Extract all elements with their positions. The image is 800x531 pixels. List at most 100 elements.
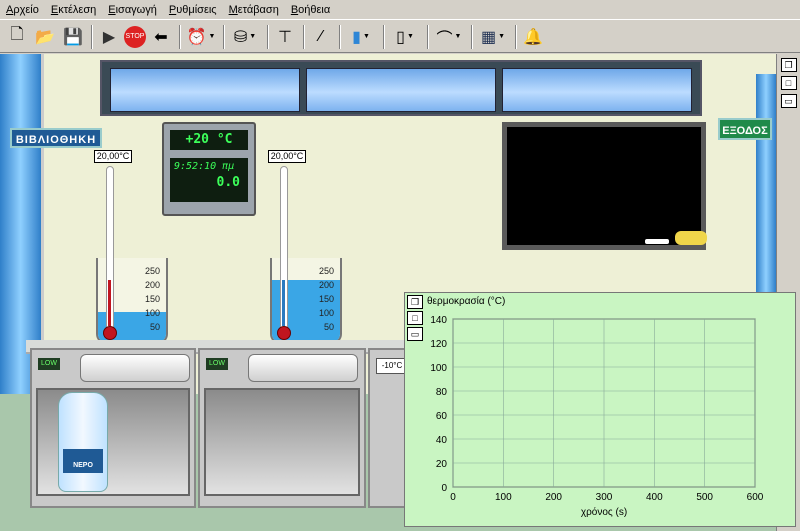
toolbar-separator (91, 24, 93, 49)
window-strip (100, 60, 702, 116)
bottle-dropdown[interactable]: ▮ ▼ (344, 24, 378, 50)
water-bottle[interactable]: ΝΕΡΟ (58, 392, 108, 492)
toolbar-separator (303, 24, 305, 49)
scale-tick: 200 (144, 280, 160, 290)
heater-cabinet-1: LOW (30, 348, 196, 508)
scale-tick: 250 (318, 266, 334, 276)
y-tick-label: 60 (436, 411, 448, 422)
beaker-scale: 250 200 150 100 50 (319, 264, 334, 334)
blackboard (502, 122, 707, 250)
toolbar-separator (383, 24, 385, 49)
hotplate-dropdown[interactable]: ⌒ ▼ (432, 24, 466, 50)
x-tick-label: 0 (450, 492, 456, 503)
hotplate-2[interactable] (248, 354, 358, 382)
x-tick-label: 500 (696, 492, 713, 503)
temperature-chart-panel: ❐ □ ▭ 0 100 200 300 400 500 600 0 20 40 60 80 100 120… (404, 292, 796, 527)
rod-icon[interactable]: ⁄ (308, 24, 334, 50)
window-pane (502, 68, 692, 112)
scale-tick: 200 (318, 280, 334, 290)
play-icon[interactable]: ▶ (96, 24, 122, 50)
timer-value: 0.0 (216, 175, 240, 190)
menu-file[interactable]: Αρχείο (6, 4, 39, 16)
y-tick-label: 80 (436, 387, 448, 398)
scale-tick: 150 (318, 294, 334, 304)
restore-icon[interactable]: ❐ (780, 58, 797, 72)
heater-cabinet-2: LOW (198, 348, 366, 508)
toolbar-separator (339, 24, 341, 49)
toolbar-separator (427, 24, 429, 49)
bottle-icon: ▮ (352, 28, 361, 46)
clock-time: 9:52:10 πμ (174, 161, 235, 172)
thermometer-reading-1: 20,00°C (94, 150, 132, 163)
beaker-scale: 250 200 150 100 50 (145, 264, 160, 334)
scale-tick: 150 (144, 294, 160, 304)
y-tick-label: 140 (430, 315, 447, 326)
menu-help[interactable]: Βοήθεια (291, 4, 330, 16)
scale-tick: 50 (323, 322, 334, 332)
room-temperature: +20 °C (170, 130, 248, 150)
open-folder-icon[interactable]: 📂 (32, 24, 58, 50)
scale-tick: 50 (149, 322, 160, 332)
thermometer-reading-2: 20,00°C (268, 150, 306, 163)
toolbar-separator (267, 24, 269, 49)
chevron-down-icon: ▼ (249, 33, 257, 40)
chevron-down-icon: ▼ (498, 33, 506, 40)
toolbar: 🗋 📂 💾 ▶ STOP ⬅ ⏰ ▼ ⛁ ▼ ⊤ ⁄ ▮ ▼ ▯ ▼ ⌒ ▼ ▦ ▼ 🔔 (0, 21, 800, 53)
menu-goto[interactable]: Μετάβαση (229, 4, 279, 16)
y-tick-label: 0 (441, 483, 447, 494)
hotplate-1[interactable] (80, 354, 190, 382)
menu-settings[interactable]: Ρυθμίσεις (169, 4, 217, 16)
figure-dropdown[interactable]: ▦ ▼ (476, 24, 510, 50)
menu-run[interactable]: Εκτέλεση (51, 4, 96, 16)
scale-tick: 100 (318, 308, 334, 318)
toolbar-separator (471, 24, 473, 49)
figure-icon: ▦ (480, 28, 497, 46)
scale-tick: 250 (144, 266, 160, 276)
y-tick-label: 120 (430, 339, 447, 350)
library-sign[interactable]: ΒΙΒΛΙΟΘΗΚΗ (10, 128, 102, 148)
can-icon: ▯ (396, 28, 405, 46)
thermometer-bulb (277, 326, 291, 340)
low-indicator[interactable]: LOW (38, 358, 60, 370)
chevron-down-icon: ▼ (208, 33, 216, 40)
scale-tick: 100 (144, 308, 160, 318)
bell-icon[interactable]: 🔔 (520, 24, 546, 50)
save-icon[interactable]: ▭ (780, 94, 797, 108)
maximize-icon[interactable]: □ (780, 76, 797, 90)
thermometer-bulb (103, 326, 117, 340)
temperature-chart: 0 100 200 300 400 500 600 0 20 40 60 80 100 120 140 θερ… (427, 295, 764, 518)
y-axis-label: θερμοκρασία (°C) (427, 295, 505, 307)
sponge (675, 231, 707, 245)
menu-bar: Αρχείο Εκτέλεση Εισαγωγή Ρυθμίσεις Μετάβ… (0, 0, 800, 20)
x-tick-label: 600 (747, 492, 764, 503)
beaker-dropdown[interactable]: ⛁ ▼ (228, 24, 262, 50)
chevron-down-icon: ▼ (406, 33, 414, 40)
menu-insert[interactable]: Εισαγωγή (108, 4, 157, 16)
stop-icon[interactable]: STOP (124, 25, 146, 48)
y-tick-label: 40 (436, 435, 448, 446)
y-tick-label: 100 (430, 363, 447, 374)
hotplate-icon: ⌒ (436, 30, 453, 48)
bottle-label: ΝΕΡΟ (63, 449, 103, 473)
mercury-column (282, 280, 285, 326)
chevron-down-icon: ▼ (454, 33, 462, 40)
cabinet-door (204, 388, 360, 496)
window-pane (306, 68, 496, 112)
chevron-down-icon: ▼ (362, 33, 370, 40)
can-dropdown[interactable]: ▯ ▼ (388, 24, 422, 50)
toolbar-separator (515, 24, 517, 49)
x-tick-label: 100 (495, 492, 512, 503)
clock-panel: 9:52:10 πμ 0.0 (170, 158, 248, 202)
exit-sign[interactable]: ΕΞΟΔΟΣ (718, 118, 772, 140)
toolbar-separator (223, 24, 225, 49)
x-axis-label: χρόνος (s) (581, 506, 627, 518)
new-file-icon[interactable]: 🗋 (4, 24, 30, 50)
low-indicator[interactable]: LOW (206, 358, 228, 370)
stand-icon[interactable]: ⊤ (272, 24, 298, 50)
save-icon[interactable]: 💾 (60, 24, 86, 50)
timer-dropdown[interactable]: ⏰ ▼ (184, 24, 218, 50)
y-tick-label: 20 (436, 459, 448, 470)
back-arrow-icon[interactable]: ⬅ (148, 24, 174, 50)
x-tick-label: 200 (545, 492, 562, 503)
x-tick-label: 400 (646, 492, 663, 503)
